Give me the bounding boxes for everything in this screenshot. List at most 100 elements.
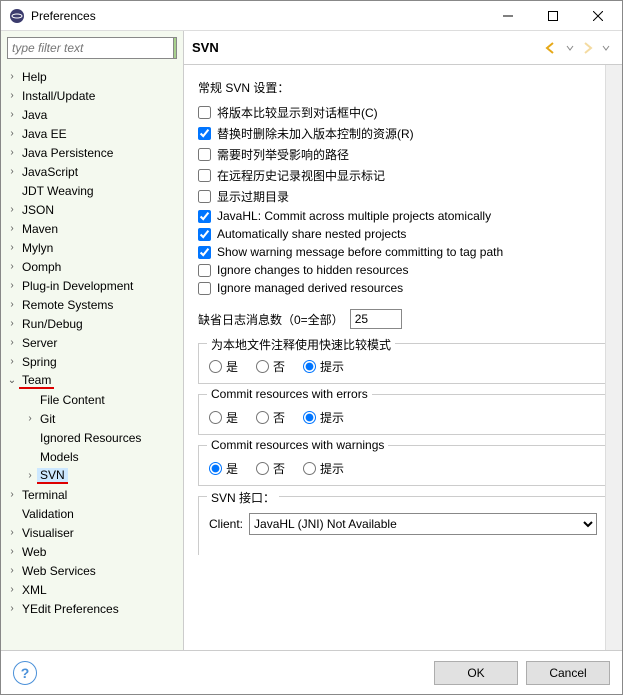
tree-item[interactable]: ›Mylyn bbox=[1, 238, 183, 257]
radio-option[interactable]: 是 bbox=[209, 358, 238, 375]
tree-item[interactable]: ›Git bbox=[1, 409, 183, 428]
cancel-button[interactable]: Cancel bbox=[526, 661, 610, 685]
tree-item[interactable]: ›Remote Systems bbox=[1, 295, 183, 314]
checkbox[interactable] bbox=[198, 246, 211, 259]
tree-item[interactable]: ›XML bbox=[1, 580, 183, 599]
tree-item[interactable]: ›Maven bbox=[1, 219, 183, 238]
chevron-right-icon[interactable]: › bbox=[5, 527, 19, 538]
radio-option[interactable]: 否 bbox=[256, 358, 285, 375]
tree-item[interactable]: ›Visualiser bbox=[1, 523, 183, 542]
chevron-right-icon[interactable]: › bbox=[5, 109, 19, 120]
tree-item[interactable]: File Content bbox=[1, 390, 183, 409]
radio-option[interactable]: 提示 bbox=[303, 358, 344, 375]
chevron-down-icon[interactable]: ⌄ bbox=[5, 375, 19, 386]
radio-option[interactable]: 提示 bbox=[303, 460, 344, 477]
log-count-input[interactable] bbox=[350, 309, 402, 329]
tree-item[interactable]: ›Install/Update bbox=[1, 86, 183, 105]
tree-item[interactable]: ⌄Team bbox=[1, 371, 183, 390]
minimize-button[interactable] bbox=[485, 1, 530, 30]
tree-item[interactable]: Models bbox=[1, 447, 183, 466]
chevron-right-icon[interactable]: › bbox=[5, 603, 19, 614]
chevron-right-icon[interactable]: › bbox=[5, 356, 19, 367]
chevron-right-icon[interactable]: › bbox=[5, 204, 19, 215]
client-select[interactable]: JavaHL (JNI) Not Available bbox=[249, 513, 597, 535]
checkbox[interactable] bbox=[198, 148, 211, 161]
tree-item[interactable]: Ignored Resources bbox=[1, 428, 183, 447]
checkbox[interactable] bbox=[198, 190, 211, 203]
chevron-right-icon[interactable]: › bbox=[5, 337, 19, 348]
preference-tree[interactable]: ›Help›Install/Update›Java›Java EE›Java P… bbox=[1, 65, 183, 650]
chevron-right-icon[interactable]: › bbox=[5, 90, 19, 101]
chevron-right-icon[interactable]: › bbox=[5, 299, 19, 310]
chevron-right-icon[interactable]: › bbox=[5, 242, 19, 253]
checkbox-row[interactable]: Ignore managed derived resources bbox=[198, 281, 608, 295]
tree-item[interactable]: ›Terminal bbox=[1, 485, 183, 504]
tree-item[interactable]: ›SVN bbox=[1, 466, 183, 485]
chevron-right-icon[interactable]: › bbox=[5, 166, 19, 177]
radio-option[interactable]: 是 bbox=[209, 409, 238, 426]
chevron-right-icon[interactable]: › bbox=[5, 280, 19, 291]
tree-item[interactable]: ›Web Services bbox=[1, 561, 183, 580]
chevron-right-icon[interactable]: › bbox=[23, 470, 37, 481]
tree-item[interactable]: ›Help bbox=[1, 67, 183, 86]
checkbox[interactable] bbox=[198, 228, 211, 241]
tree-item[interactable]: ›Java Persistence bbox=[1, 143, 183, 162]
chevron-right-icon[interactable]: › bbox=[5, 546, 19, 557]
tree-item[interactable]: ›JSON bbox=[1, 200, 183, 219]
checkbox-row[interactable]: Automatically share nested projects bbox=[198, 227, 608, 241]
tree-item[interactable]: ›Plug-in Development bbox=[1, 276, 183, 295]
chevron-right-icon[interactable]: › bbox=[5, 261, 19, 272]
tree-item[interactable]: ›Web bbox=[1, 542, 183, 561]
radio[interactable] bbox=[209, 411, 222, 424]
chevron-right-icon[interactable]: › bbox=[5, 71, 19, 82]
tree-item[interactable]: JDT Weaving bbox=[1, 181, 183, 200]
chevron-right-icon[interactable]: › bbox=[23, 413, 37, 424]
content-scrollbar[interactable] bbox=[605, 65, 622, 650]
radio[interactable] bbox=[209, 360, 222, 373]
chevron-right-icon[interactable]: › bbox=[5, 223, 19, 234]
ok-button[interactable]: OK bbox=[434, 661, 518, 685]
back-button[interactable] bbox=[544, 40, 560, 56]
radio[interactable] bbox=[303, 360, 316, 373]
radio[interactable] bbox=[303, 411, 316, 424]
checkbox[interactable] bbox=[198, 169, 211, 182]
tree-item[interactable]: ›Java EE bbox=[1, 124, 183, 143]
maximize-button[interactable] bbox=[530, 1, 575, 30]
radio[interactable] bbox=[256, 360, 269, 373]
chevron-right-icon[interactable]: › bbox=[5, 318, 19, 329]
chevron-right-icon[interactable]: › bbox=[5, 584, 19, 595]
chevron-right-icon[interactable]: › bbox=[5, 565, 19, 576]
tree-item[interactable]: ›Run/Debug bbox=[1, 314, 183, 333]
back-menu-button[interactable] bbox=[562, 40, 578, 56]
checkbox-row[interactable]: 需要时列举受影响的路径 bbox=[198, 146, 608, 163]
checkbox[interactable] bbox=[198, 210, 211, 223]
help-button[interactable]: ? bbox=[13, 661, 37, 685]
checkbox-row[interactable]: Ignore changes to hidden resources bbox=[198, 263, 608, 277]
filter-input[interactable] bbox=[8, 38, 173, 58]
checkbox[interactable] bbox=[198, 282, 211, 295]
radio[interactable] bbox=[256, 462, 269, 475]
checkbox[interactable] bbox=[198, 127, 211, 140]
chevron-right-icon[interactable]: › bbox=[5, 147, 19, 158]
tree-item[interactable]: ›Server bbox=[1, 333, 183, 352]
radio-option[interactable]: 否 bbox=[256, 460, 285, 477]
radio[interactable] bbox=[303, 462, 316, 475]
tree-item[interactable]: ›Java bbox=[1, 105, 183, 124]
radio[interactable] bbox=[209, 462, 222, 475]
tree-item[interactable]: Validation bbox=[1, 504, 183, 523]
forward-menu-button[interactable] bbox=[598, 40, 614, 56]
forward-button[interactable] bbox=[580, 40, 596, 56]
checkbox-row[interactable]: 显示过期目录 bbox=[198, 188, 608, 205]
radio[interactable] bbox=[256, 411, 269, 424]
chevron-right-icon[interactable]: › bbox=[5, 489, 19, 500]
radio-option[interactable]: 是 bbox=[209, 460, 238, 477]
checkbox-row[interactable]: Show warning message before committing t… bbox=[198, 245, 608, 259]
tree-item[interactable]: ›YEdit Preferences bbox=[1, 599, 183, 618]
tree-item[interactable]: ›JavaScript bbox=[1, 162, 183, 181]
filter-clear-button[interactable] bbox=[173, 38, 176, 58]
checkbox-row[interactable]: 将版本比较显示到对话框中(C) bbox=[198, 104, 608, 121]
radio-option[interactable]: 否 bbox=[256, 409, 285, 426]
checkbox-row[interactable]: 替换时删除未加入版本控制的资源(R) bbox=[198, 125, 608, 142]
checkbox[interactable] bbox=[198, 264, 211, 277]
checkbox-row[interactable]: JavaHL: Commit across multiple projects … bbox=[198, 209, 608, 223]
